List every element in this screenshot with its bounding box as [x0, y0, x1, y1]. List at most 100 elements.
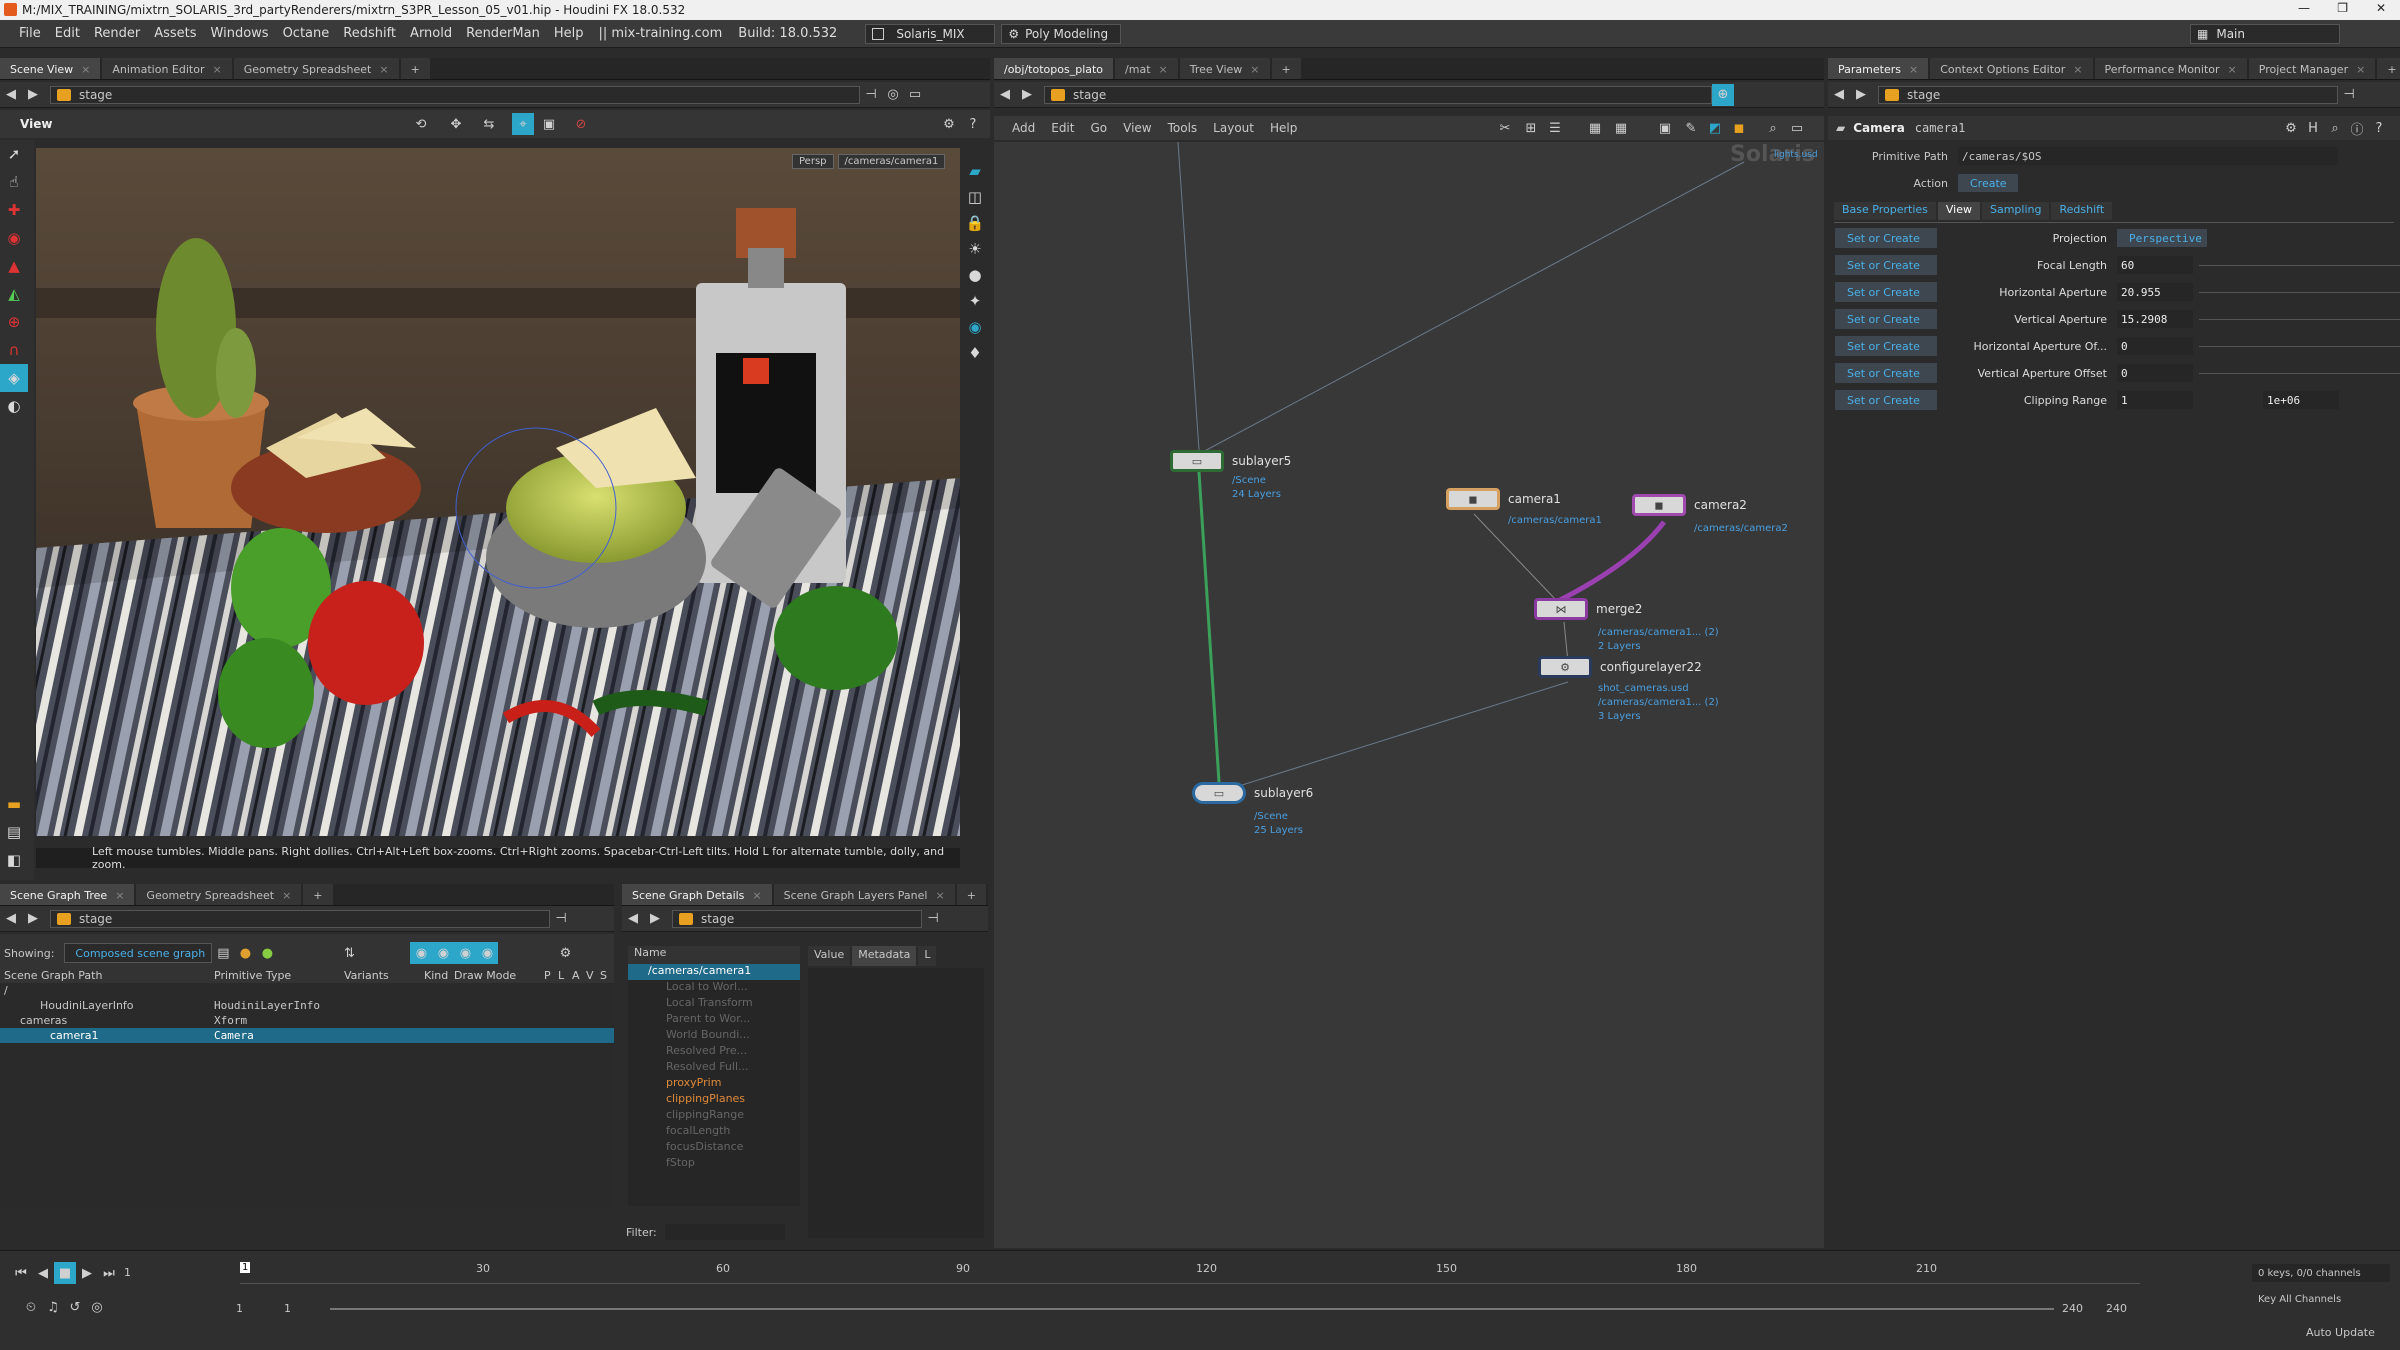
network-menu-layout[interactable]: Layout: [1205, 121, 1262, 135]
network-menu-go[interactable]: Go: [1082, 121, 1115, 135]
move-handle-icon[interactable]: ✚: [0, 196, 28, 224]
camera-icon[interactable]: ◫: [962, 184, 988, 210]
eye-icon[interactable]: ◐: [0, 392, 28, 420]
back-arrow-icon[interactable]: ◀: [622, 908, 644, 930]
back-arrow-icon[interactable]: ◀: [994, 84, 1016, 106]
attribute-item[interactable]: fStop: [628, 1156, 800, 1172]
set-or-create-dropdown[interactable]: Set or Create: [1835, 309, 1937, 329]
filter-input[interactable]: [664, 1224, 785, 1240]
table-row[interactable]: HoudiniLayerInfo HoudiniLayerInfo: [0, 998, 614, 1013]
sphere-icon[interactable]: ●: [962, 262, 988, 288]
menu-windows[interactable]: Windows: [204, 26, 276, 41]
tab-parameters[interactable]: Parameters ×: [1828, 58, 1929, 79]
auto-update[interactable]: Auto Update: [2306, 1326, 2375, 1339]
params-path[interactable]: stage: [1878, 85, 2338, 104]
attribute-item[interactable]: focusDistance: [628, 1140, 800, 1156]
close-tab-icon[interactable]: ×: [752, 889, 761, 902]
pin-icon[interactable]: ⊣: [860, 84, 882, 106]
main-desktop-dropdown[interactable]: ▦ Main: [2190, 24, 2340, 44]
magnet-icon[interactable]: ∩: [0, 336, 28, 364]
pin-icon[interactable]: ⊣: [2338, 84, 2360, 106]
playhead[interactable]: 1: [240, 1262, 251, 1273]
menu-file[interactable]: File: [12, 26, 48, 41]
node-configurelayer22[interactable]: ⚙ configurelayer22: [1538, 656, 1702, 678]
op-name[interactable]: camera1: [1915, 121, 1966, 135]
param-slider[interactable]: [2199, 318, 2400, 320]
attribute-item[interactable]: proxyPrim: [628, 1076, 800, 1092]
close-tab-icon[interactable]: ×: [213, 63, 222, 76]
close-tab-icon[interactable]: ×: [1159, 63, 1168, 76]
rotate-handle-icon[interactable]: ◉: [0, 224, 28, 252]
param-tab-redshift[interactable]: Redshift: [2051, 202, 2113, 220]
gear-icon[interactable]: ⚙: [938, 113, 960, 135]
snapshot-icon[interactable]: ▬: [0, 790, 28, 818]
select-mode-icon[interactable]: ⌖: [512, 113, 534, 135]
desktop-dropdown[interactable]: Solaris_MIX: [865, 23, 996, 44]
param-value-field[interactable]: 20.955: [2117, 283, 2193, 301]
help-icon[interactable]: ?: [2368, 117, 2390, 139]
range-start[interactable]: 1: [236, 1302, 243, 1315]
h-icon[interactable]: H: [2302, 117, 2324, 139]
shelf-set-dropdown[interactable]: ⚙ Poly Modeling: [1001, 23, 1122, 44]
node-sublayer6[interactable]: ▭ sublayer6: [1192, 782, 1313, 804]
add-tab-button[interactable]: +: [1271, 58, 1301, 79]
network-menu-help[interactable]: Help: [1262, 121, 1305, 135]
range-slider[interactable]: [330, 1308, 2054, 1310]
toggle1-icon[interactable]: ◉: [410, 942, 433, 964]
close-window-button[interactable]: ✕: [2376, 1, 2386, 15]
close-tab-icon[interactable]: ×: [935, 889, 944, 902]
node-sublayer5[interactable]: ▭ sublayer5: [1170, 450, 1291, 472]
camera-menu[interactable]: /cameras/camera1: [837, 154, 946, 169]
tab-animation-editor[interactable]: Animation Editor ×: [102, 58, 232, 79]
network-menu-tools[interactable]: Tools: [1160, 121, 1206, 135]
link-icon[interactable]: ⊕: [1712, 83, 1734, 106]
add-tab-button[interactable]: +: [2377, 58, 2400, 79]
attribute-item[interactable]: Local Transform: [628, 996, 800, 1012]
toggle4-icon[interactable]: ◉: [476, 942, 499, 964]
sort-icon[interactable]: ⇅: [338, 942, 360, 964]
set-or-create-dropdown[interactable]: Set or Create: [1835, 228, 1937, 248]
attribute-item[interactable]: focalLength: [628, 1124, 800, 1140]
primitive-path-field[interactable]: /cameras/$OS: [1958, 147, 2338, 165]
flipbook-icon[interactable]: ▤: [0, 818, 28, 846]
light-icon[interactable]: ✦: [962, 288, 988, 314]
timeline-ruler[interactable]: 30 60 90 120 150 180 210 1: [240, 1262, 2140, 1284]
visibility-icon[interactable]: ◉: [962, 314, 988, 340]
action-dropdown[interactable]: Create: [1958, 174, 2018, 192]
select-arrow-icon[interactable]: ➚: [0, 140, 28, 168]
column-header[interactable]: Variants: [340, 969, 420, 982]
toggle3-icon[interactable]: ◉: [454, 942, 477, 964]
value-tab[interactable]: Value: [808, 946, 851, 966]
range-end-2[interactable]: 240: [2106, 1302, 2127, 1315]
tab-performance-monitor[interactable]: Performance Monitor ×: [2094, 58, 2247, 79]
jump-end-icon[interactable]: ⏭: [98, 1262, 120, 1284]
audio-icon[interactable]: ♫: [42, 1296, 64, 1318]
add-tab-button[interactable]: +: [303, 884, 333, 905]
param-slider[interactable]: [2199, 291, 2400, 293]
column-header[interactable]: A: [568, 969, 582, 982]
param-value-field[interactable]: 0: [2117, 364, 2193, 382]
loop-icon[interactable]: ↺: [64, 1296, 86, 1318]
headlight-icon[interactable]: ☀: [962, 236, 988, 262]
forward-arrow-icon[interactable]: ▶: [22, 908, 44, 930]
column-header[interactable]: L: [554, 969, 568, 982]
light-handle-icon[interactable]: ⊕: [0, 308, 28, 336]
forward-arrow-icon[interactable]: ▶: [22, 84, 44, 106]
tab-scene-graph-tree[interactable]: Scene Graph Tree ×: [0, 884, 135, 905]
stop-icon[interactable]: ■: [54, 1262, 76, 1284]
minimize-button[interactable]: —: [2298, 1, 2310, 15]
shape2-icon[interactable]: ●: [256, 942, 278, 964]
back-arrow-icon[interactable]: ◀: [0, 908, 22, 930]
menu-edit[interactable]: Edit: [48, 26, 87, 41]
attribute-item[interactable]: Parent to Wor...: [628, 1012, 800, 1028]
forward-arrow-icon[interactable]: ▶: [1850, 84, 1872, 106]
close-tab-icon[interactable]: ×: [282, 889, 291, 902]
attribute-item[interactable]: World Boundi...: [628, 1028, 800, 1044]
tab--obj-totopos-plato[interactable]: /obj/totopos_plato: [994, 58, 1114, 79]
scale-handle-icon[interactable]: ▲: [0, 252, 28, 280]
node-camera2[interactable]: ◼ camera2: [1632, 494, 1747, 516]
menu-render[interactable]: Render: [87, 26, 147, 41]
menu-assets[interactable]: Assets: [147, 26, 203, 41]
lock-camera-icon[interactable]: ▰: [962, 158, 988, 184]
back-arrow-icon[interactable]: ◀: [0, 84, 22, 106]
